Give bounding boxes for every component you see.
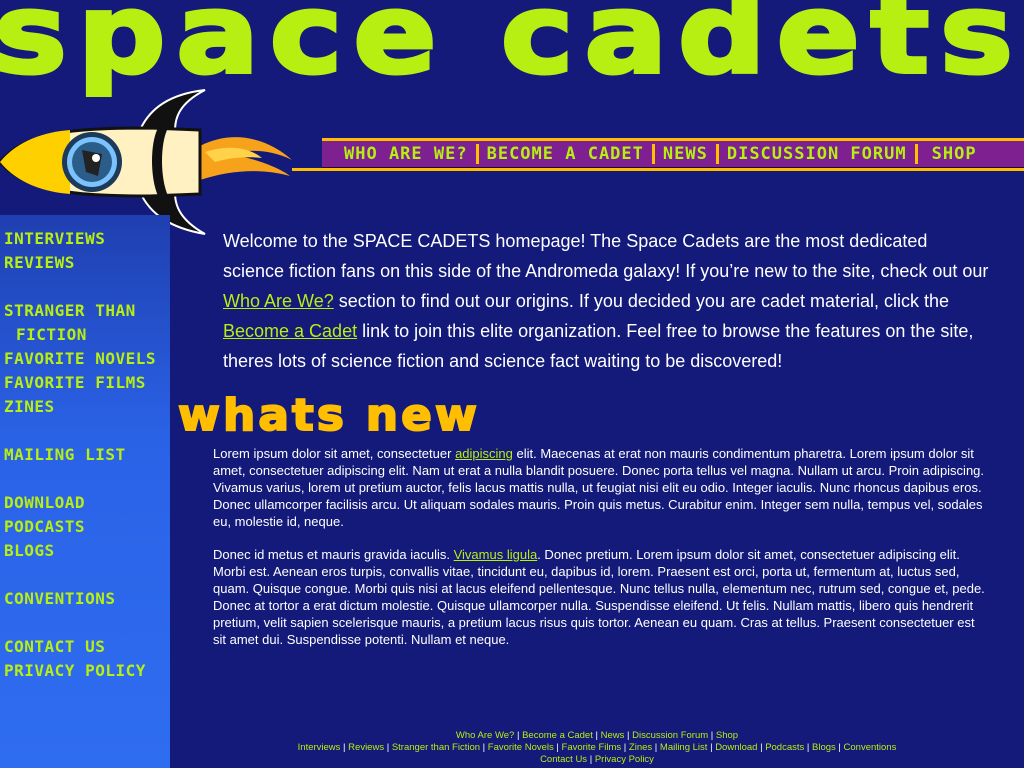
footer-links: Who Are We? | Become a Cadet | News | Di… (170, 730, 1024, 766)
intro-text: section to find out our origins. If you … (333, 291, 950, 311)
footer-link-privacy-policy[interactable]: Privacy Policy (595, 754, 654, 765)
sidebar-item-stranger-than[interactable]: STRANGER THAN (4, 299, 170, 323)
news-paragraph: Lorem ipsum dolor sit amet, consectetuer… (213, 446, 985, 529)
footer-separator: | (587, 754, 595, 765)
nav-news[interactable]: NEWS (655, 144, 716, 164)
nav-who-are-we[interactable]: WHO ARE WE? (322, 144, 476, 164)
footer-link-discussion-forum[interactable]: Discussion Forum (632, 730, 708, 741)
footer-separator: | (835, 742, 844, 753)
sidebar-item-contact-us[interactable]: CONTACT US (4, 635, 170, 659)
footer-separator: | (480, 742, 488, 753)
whats-new-title: whats new (178, 396, 480, 438)
sidebar-item-podcasts[interactable]: PODCASTS (4, 515, 170, 539)
footer-link-favorite-films[interactable]: Favorite Films (562, 742, 622, 753)
footer-separator: | (514, 730, 523, 741)
footer-row: Who Are We? | Become a Cadet | News | Di… (170, 730, 1024, 742)
nav-underline (292, 168, 1024, 171)
become-a-cadet-link[interactable]: Become a Cadet (223, 321, 357, 341)
footer-link-contact-us[interactable]: Contact Us (540, 754, 587, 765)
footer-link-interviews[interactable]: Interviews (298, 742, 341, 753)
footer-link-conventions[interactable]: Conventions (844, 742, 897, 753)
sidebar-item-privacy-policy[interactable]: PRIVACY POLICY (4, 659, 170, 683)
sidebar-item-mailing-list[interactable]: MAILING LIST (4, 443, 170, 467)
nav-become-a-cadet[interactable]: BECOME A CADET (479, 144, 652, 164)
sidebar-item-favorite-films[interactable]: FAVORITE FILMS (4, 371, 170, 395)
intro-paragraph: Welcome to the SPACE CADETS homepage! Th… (223, 226, 993, 376)
sidebar-item-interviews[interactable]: INTERVIEWS (4, 227, 170, 251)
main-nav: WHO ARE WE? BECOME A CADET NEWS DISCUSSI… (322, 138, 1024, 169)
footer-separator: | (621, 742, 629, 753)
footer-link-blogs[interactable]: Blogs (812, 742, 836, 753)
adipiscing-link[interactable]: adipiscing (455, 446, 513, 461)
news-paragraph: Donec id metus et mauris gravida iaculis… (213, 547, 985, 647)
news-content: Lorem ipsum dolor sit amet, consectetuer… (213, 445, 988, 664)
footer-separator: | (624, 730, 633, 741)
footer-link-news[interactable]: News (601, 730, 625, 741)
footer-separator: | (708, 730, 716, 741)
footer-link-favorite-novels[interactable]: Favorite Novels (488, 742, 554, 753)
footer-link-download[interactable]: Download (715, 742, 757, 753)
footer-link-shop[interactable]: Shop (716, 730, 738, 741)
sidebar-item-conventions[interactable]: CONVENTIONS (4, 587, 170, 611)
footer-link-mailing-list[interactable]: Mailing List (660, 742, 708, 753)
footer-link-reviews[interactable]: Reviews (348, 742, 384, 753)
footer-separator: | (340, 742, 349, 753)
footer-link-zines[interactable]: Zines (629, 742, 652, 753)
sidebar: INTERVIEWS REVIEWS STRANGER THAN FICTION… (0, 215, 170, 768)
footer-separator: | (804, 742, 813, 753)
sidebar-item-favorite-novels[interactable]: FAVORITE NOVELS (4, 347, 170, 371)
footer-separator: | (652, 742, 660, 753)
footer-link-stranger-than-fiction[interactable]: Stranger than Fiction (392, 742, 480, 753)
footer-separator: | (553, 742, 562, 753)
vivamus-ligula-link[interactable]: Vivamus ligula (454, 547, 538, 562)
whats-new-heading: whats new (178, 396, 480, 438)
footer-separator: | (384, 742, 392, 753)
footer-row: Contact Us | Privacy Policy (170, 754, 1024, 766)
sidebar-item-zines[interactable]: ZINES (4, 395, 170, 419)
site-title: SPACE CADETS (0, 0, 1024, 98)
sidebar-item-download[interactable]: DOWNLOAD (4, 491, 170, 515)
footer-link-who-are-we[interactable]: Who Are We? (456, 730, 514, 741)
nav-discussion-forum[interactable]: DISCUSSION FORUM (719, 144, 915, 164)
footer-separator: | (592, 730, 601, 741)
nav-shop[interactable]: SHOP (918, 144, 985, 164)
intro-text: Welcome to the SPACE CADETS homepage! Th… (223, 231, 989, 281)
sidebar-item-fiction[interactable]: FICTION (4, 323, 170, 347)
sidebar-item-blogs[interactable]: BLOGS (4, 539, 170, 563)
footer-row: Interviews | Reviews | Stranger than Fic… (170, 742, 1024, 754)
sidebar-item-reviews[interactable]: REVIEWS (4, 251, 170, 275)
footer-link-become-a-cadet[interactable]: Become a Cadet (522, 730, 593, 741)
footer-link-podcasts[interactable]: Podcasts (765, 742, 804, 753)
who-are-we-link[interactable]: Who Are We? (223, 291, 334, 311)
